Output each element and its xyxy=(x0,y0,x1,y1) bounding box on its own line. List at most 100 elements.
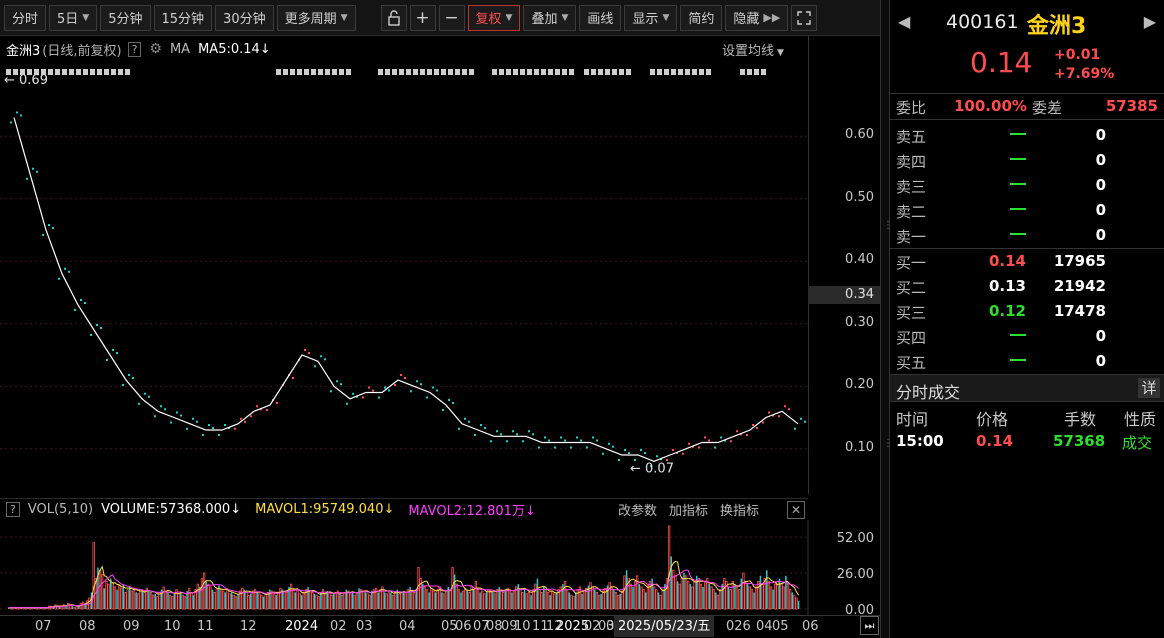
price-chart[interactable]: ← 0.69 ← 0.07 xyxy=(0,60,808,494)
volume-bar xyxy=(262,596,265,609)
volume-bar xyxy=(697,578,700,610)
volume-bar xyxy=(415,589,418,609)
volume-bar xyxy=(716,594,720,610)
candle-mark xyxy=(474,434,476,436)
order-book-price xyxy=(970,176,1026,194)
scroll-end-button[interactable]: ⏭ xyxy=(860,616,879,635)
simple-mode-button[interactable]: 简约 xyxy=(680,4,723,31)
volume-bar xyxy=(793,594,796,610)
info-mark xyxy=(283,69,288,75)
volume-bar xyxy=(782,586,785,610)
info-mark xyxy=(69,69,74,75)
candle-mark xyxy=(564,439,566,442)
candle-mark xyxy=(580,439,582,442)
panel-splitter[interactable]: ⋮ ⋮ xyxy=(880,0,893,638)
volume-bar xyxy=(151,594,155,610)
volume-bar xyxy=(247,594,250,610)
order-book-row[interactable]: 买二 0.13 21942 xyxy=(890,275,1164,300)
order-book-price: 0.14 xyxy=(988,252,1026,270)
volume-bar xyxy=(500,589,503,610)
volume-bar xyxy=(250,593,252,609)
order-book-level-label: 买一 xyxy=(896,254,927,272)
volume-help-button[interactable]: ? xyxy=(6,502,20,517)
order-book-row[interactable]: 买五 0 xyxy=(890,350,1164,375)
ma-label: MA xyxy=(169,41,191,57)
info-mark xyxy=(626,69,631,75)
candle-mark xyxy=(448,399,450,401)
volume-bar xyxy=(483,593,486,610)
candle-mark xyxy=(96,324,98,326)
add-indicator-button[interactable]: 加指标 xyxy=(669,500,708,519)
candle-mark xyxy=(266,409,268,411)
draw-line-button[interactable]: 画线 xyxy=(579,4,622,31)
order-book-row[interactable]: 买三 0.12 17478 xyxy=(890,300,1164,325)
volume-bar xyxy=(453,574,456,609)
volume-bar xyxy=(339,593,341,609)
period-5min-button[interactable]: 5分钟 xyxy=(100,4,151,31)
candle-mark xyxy=(794,427,796,430)
change-params-button[interactable]: 改参数 xyxy=(618,500,657,519)
fullscreen-button[interactable] xyxy=(791,4,818,31)
candle-mark xyxy=(176,411,178,414)
period-15min-button[interactable]: 15分钟 xyxy=(153,4,213,31)
info-mark xyxy=(318,69,323,75)
next-stock-icon[interactable]: ▶ xyxy=(1144,12,1156,31)
candle-mark xyxy=(640,449,642,451)
volume-bar xyxy=(661,589,664,610)
ma-setting-button[interactable]: 设置均线 ▼ xyxy=(722,40,784,59)
zoom-out-button[interactable]: − xyxy=(438,4,465,31)
volume-bar xyxy=(460,592,462,609)
volume-chart[interactable]: 52.00 26.00 0.00 xyxy=(0,520,880,615)
order-book-row[interactable]: 卖三 0 xyxy=(890,174,1164,199)
candle-mark xyxy=(160,405,162,408)
zoom-in-button[interactable]: + xyxy=(409,4,436,31)
period-5day-button[interactable]: 5日 ▼ xyxy=(49,4,98,31)
hide-button[interactable]: 隐藏 ▶▶ xyxy=(725,4,789,31)
order-book-row[interactable]: 买一 0.14 17965 xyxy=(890,250,1164,275)
volume-bar xyxy=(536,578,539,609)
order-book-row[interactable]: 卖四 0 xyxy=(890,149,1164,174)
period-30min-button[interactable]: 30分钟 xyxy=(215,4,274,31)
volume-bar xyxy=(581,593,583,609)
help-button[interactable]: ? xyxy=(127,41,142,57)
candle-mark xyxy=(752,424,754,426)
candle-mark xyxy=(292,377,294,379)
fuquan-button[interactable]: 复权 ▼ xyxy=(467,4,521,31)
volume-bar xyxy=(670,556,672,609)
volume-bar xyxy=(744,580,747,610)
volume-bar xyxy=(642,589,645,610)
order-book-volume: 21942 xyxy=(1053,277,1106,295)
empty-dash-icon xyxy=(1010,133,1026,135)
candle-mark xyxy=(426,396,428,399)
overlay-button[interactable]: 叠加 ▼ xyxy=(523,4,577,31)
prev-stock-icon[interactable]: ◀ xyxy=(898,12,910,31)
volume-bar xyxy=(371,591,373,609)
order-book-row[interactable]: 卖二 0 xyxy=(890,199,1164,224)
more-periods-button[interactable]: 更多周期 ▼ xyxy=(276,4,356,31)
candle-mark xyxy=(458,427,460,430)
x-axis-label: 026 xyxy=(726,619,751,634)
close-icon[interactable]: ✕ xyxy=(787,501,805,519)
order-book-row[interactable]: 卖一 0 xyxy=(890,224,1164,249)
switch-indicator-button[interactable]: 换指标 xyxy=(720,500,759,519)
order-book-volume: 0 xyxy=(1095,327,1106,345)
order-book-row[interactable]: 卖五 0 xyxy=(890,124,1164,149)
volume-bar xyxy=(129,586,131,609)
ticks-detail-button[interactable]: 详 xyxy=(1138,378,1160,398)
volume-bar xyxy=(132,587,136,610)
volume-bar xyxy=(353,594,356,610)
info-mark xyxy=(664,69,669,75)
volume-bar xyxy=(502,592,505,610)
period-intraday-button[interactable]: 分时 xyxy=(4,4,47,31)
info-mark xyxy=(562,69,567,75)
order-book-row[interactable]: 买四 0 xyxy=(890,325,1164,350)
order-book-volume: 0 xyxy=(1095,126,1106,144)
gear-icon[interactable]: ⚙ xyxy=(149,41,162,57)
info-mark xyxy=(448,69,453,75)
volume-bar xyxy=(213,592,216,610)
display-button[interactable]: 显示 ▼ xyxy=(624,4,678,31)
lock-button[interactable] xyxy=(380,4,407,31)
info-mark xyxy=(406,69,411,75)
info-mark xyxy=(118,69,123,75)
candle-mark xyxy=(800,417,802,420)
